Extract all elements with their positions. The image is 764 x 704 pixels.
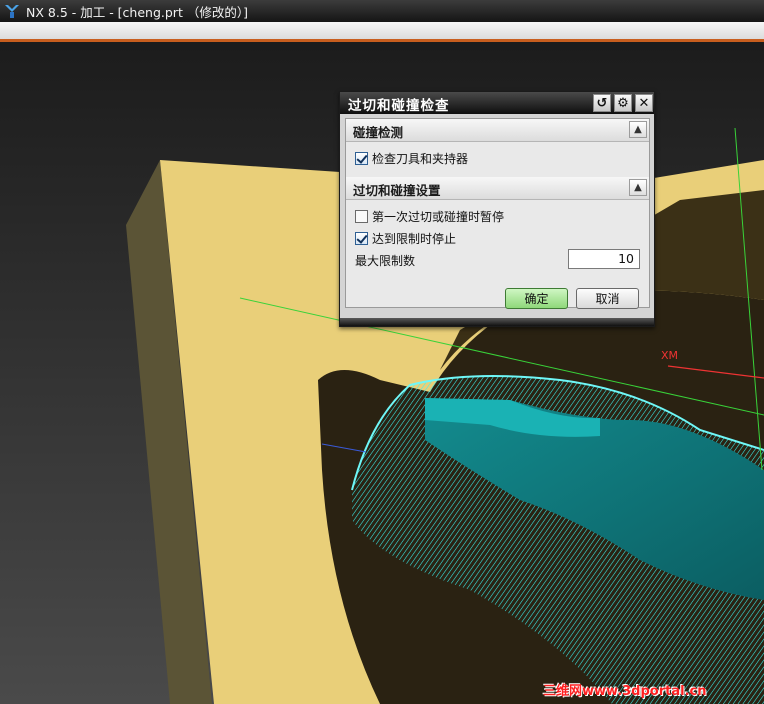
chevron-up-icon: ▲	[634, 124, 642, 135]
stop-at-limit-checkbox[interactable]	[355, 232, 368, 245]
reset-button[interactable]: ↺	[593, 94, 611, 112]
checkbox-row[interactable]: 达到限制时停止	[355, 230, 456, 247]
reset-icon: ↺	[596, 95, 608, 111]
collapse-button[interactable]: ▲	[629, 121, 647, 138]
close-button[interactable]: ✕	[635, 94, 653, 112]
chevron-up-icon: ▲	[634, 182, 642, 193]
max-limit-input[interactable]: 10	[568, 249, 640, 269]
checkbox-label: 达到限制时停止	[372, 232, 457, 246]
cancel-button[interactable]: 取消	[576, 288, 639, 309]
dialog-body: 碰撞检测 ▲ 检查刀具和夹持器 过切和碰撞设置 ▲ 第一次过切或碰撞时暂停 达到…	[345, 118, 650, 308]
collapse-button[interactable]: ▲	[629, 179, 647, 196]
checkbox-label: 第一次过切或碰撞时暂停	[372, 210, 505, 224]
max-limit-label: 最大限制数	[355, 254, 416, 268]
watermark-text: 三维网www.3dportal.cn	[543, 684, 707, 699]
overcut-collision-dialog: 过切和碰撞检查 ↺ ⚙ ✕ 碰撞检测 ▲ 检查刀具和夹持器 过切和碰撞设置 ▲	[339, 91, 655, 327]
close-icon: ✕	[638, 95, 650, 111]
section-overcut-settings[interactable]: 过切和碰撞设置 ▲	[346, 177, 649, 200]
gear-icon: ⚙	[617, 95, 629, 111]
xm-axis-label: XM	[661, 349, 678, 362]
window-title: NX 8.5 - 加工 - [cheng.prt （修改的）]	[26, 4, 248, 20]
section-title: 过切和碰撞设置	[353, 183, 441, 198]
settings-button[interactable]: ⚙	[614, 94, 632, 112]
nx-logo-icon	[5, 5, 19, 18]
window-title-bar: NX 8.5 - 加工 - [cheng.prt （修改的）]	[0, 0, 764, 22]
section-collision-detection[interactable]: 碰撞检测 ▲	[346, 119, 649, 142]
section-title: 碰撞检测	[353, 125, 404, 140]
ribbon-strip	[0, 22, 764, 42]
check-tool-holder-checkbox[interactable]	[355, 152, 368, 165]
pause-first-overcut-checkbox[interactable]	[355, 210, 368, 223]
dialog-title: 过切和碰撞检查	[348, 98, 450, 114]
dialog-bottom-bar	[340, 318, 654, 326]
checkbox-row[interactable]: 检查刀具和夹持器	[355, 150, 468, 167]
dialog-header[interactable]: 过切和碰撞检查 ↺ ⚙ ✕	[340, 92, 654, 114]
checkbox-row[interactable]: 第一次过切或碰撞时暂停	[355, 208, 504, 225]
ok-button[interactable]: 确定	[505, 288, 568, 309]
max-limit-row: 最大限制数	[355, 252, 415, 269]
checkbox-label: 检查刀具和夹持器	[372, 152, 469, 166]
